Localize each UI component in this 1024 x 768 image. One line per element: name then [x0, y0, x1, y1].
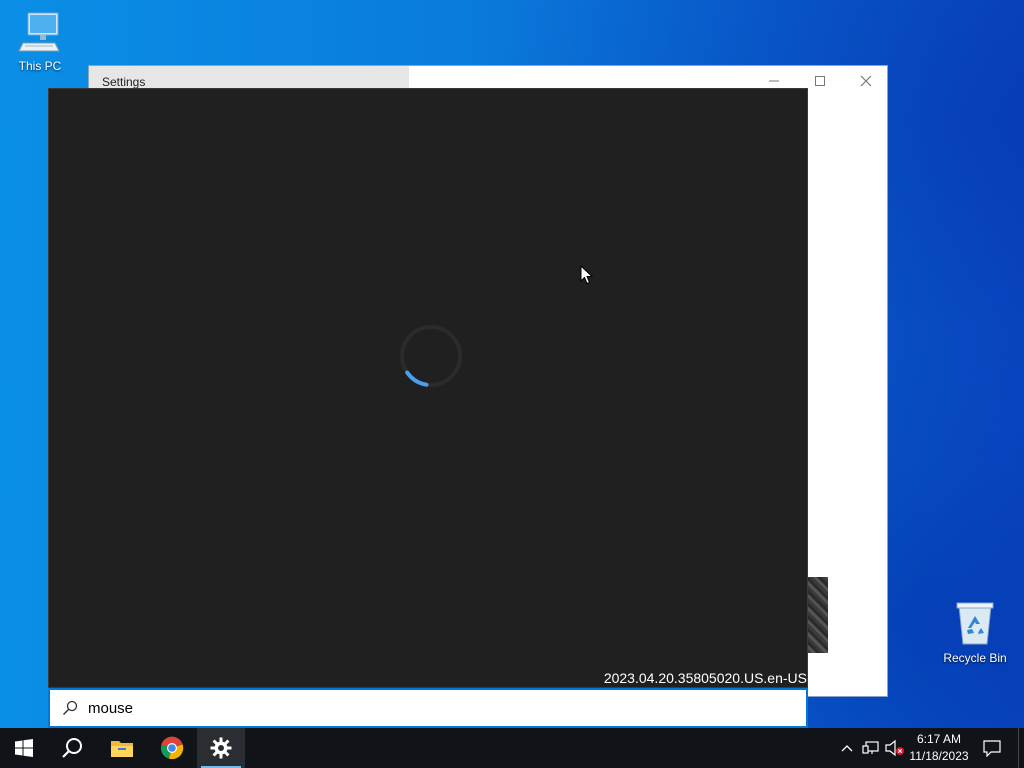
folder-icon [111, 741, 133, 757]
volume-muted-icon [885, 740, 904, 756]
action-center-button[interactable] [978, 728, 1006, 768]
show-desktop-button[interactable] [1018, 728, 1024, 768]
chrome-icon [160, 736, 184, 760]
desktop-icon-label: This PC [18, 59, 62, 73]
windows-logo-icon [15, 739, 33, 757]
taskbar-search-button[interactable] [48, 728, 96, 768]
window-title: Settings [102, 75, 146, 89]
search-results-panel: 2023.04.20.35805020.US.en-US [48, 88, 808, 688]
search-input[interactable] [88, 697, 788, 719]
notification-icon [983, 740, 1001, 757]
start-button[interactable] [0, 728, 48, 768]
loading-spinner-icon [400, 325, 462, 387]
recycle-bin-icon [956, 602, 994, 645]
show-hidden-icons-button[interactable] [838, 728, 856, 768]
chevron-up-icon [841, 745, 853, 752]
clock-date: 11/18/2023 [909, 749, 969, 763]
close-icon [860, 75, 872, 87]
close-button[interactable] [843, 66, 889, 96]
network-icon [862, 741, 879, 754]
minimize-icon [769, 80, 779, 82]
taskbar-file-explorer[interactable] [98, 728, 146, 768]
clock-time: 6:17 AM [916, 732, 962, 746]
desktop-icon-recycle-bin[interactable]: Recycle Bin [935, 600, 1015, 665]
search-icon [63, 700, 78, 715]
search-icon [62, 738, 82, 758]
maximize-icon [815, 76, 825, 86]
desktop-icon-this-pc[interactable]: This PC [0, 10, 80, 73]
taskbar-clock[interactable]: 6:17 AM 11/18/2023 [906, 731, 972, 765]
background-thumbnail [808, 577, 828, 653]
mouse-pointer-icon [580, 265, 594, 285]
volume-button[interactable] [884, 728, 906, 768]
taskbar-settings[interactable] [197, 728, 245, 768]
version-label: 2023.04.20.35805020.US.en-US [603, 670, 807, 686]
desktop-icon-label: Recycle Bin [943, 651, 1007, 665]
computer-icon [18, 12, 60, 52]
settings-titlebar[interactable]: Settings [89, 66, 887, 90]
search-box[interactable] [48, 688, 808, 728]
network-button[interactable] [861, 728, 881, 768]
settings-gear-icon [210, 737, 232, 759]
taskbar-chrome[interactable] [148, 728, 196, 768]
taskbar: 6:17 AM 11/18/2023 [0, 728, 1024, 768]
